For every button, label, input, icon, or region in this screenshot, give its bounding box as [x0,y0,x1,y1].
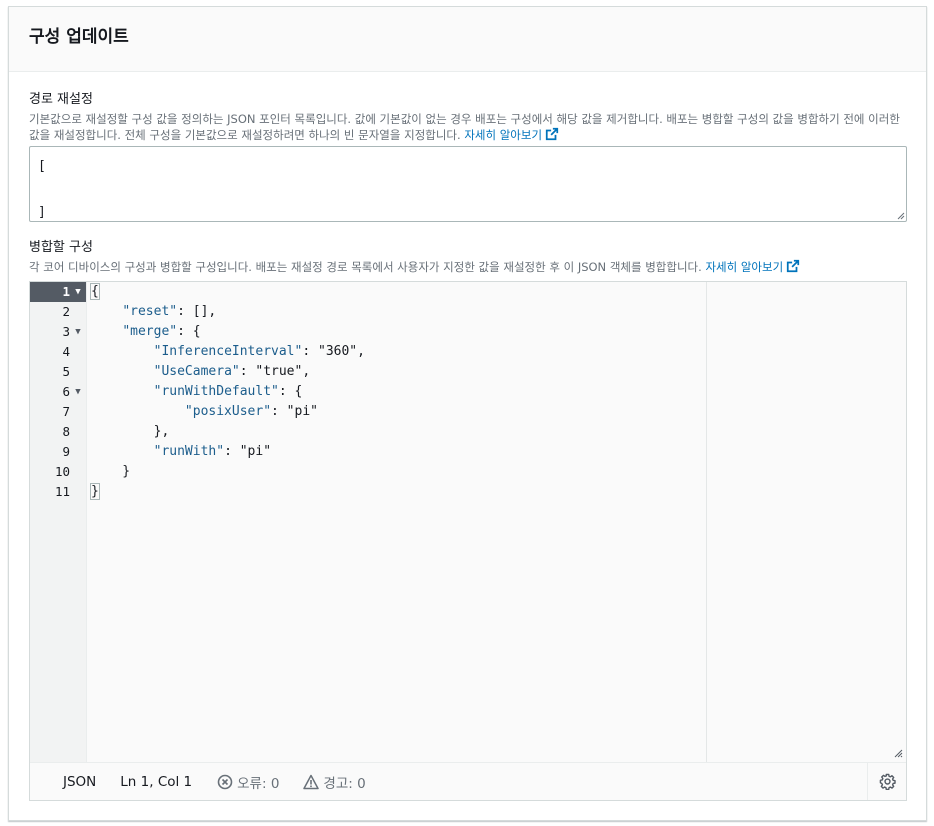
editor-code-area[interactable]: { "reset": [], "merge": { "InferenceInte… [88,282,706,762]
code-line: } [90,483,100,500]
reset-paths-learn-more-link[interactable]: 자세히 알아보기 [464,127,559,142]
line-number: 3 ▼ [30,322,86,342]
errors-label: 오류: 0 [237,775,280,792]
reset-paths-description: 기본값으로 재설정할 구성 값을 정의하는 JSON 포인터 목록입니다. 값에… [29,111,907,143]
merge-config-learn-more-link[interactable]: 자세히 알아보기 [705,259,800,274]
merge-config-learn-more-label: 자세히 알아보기 [705,260,784,274]
code-line: "reset": [], [122,304,217,319]
cursor-position: Ln 1, Col 1 [120,773,193,790]
merge-config-description: 각 코어 디바이스의 구성과 병합할 구성입니다. 배포는 재설정 경로 목록에… [29,259,907,275]
line-number: 7 [62,404,70,419]
reset-paths-textarea[interactable]: [ ] [29,146,907,222]
external-link-icon [545,127,559,141]
textarea-line [38,178,898,201]
line-number: 10 [54,464,70,479]
code-line: "runWithDefault": { [153,384,303,399]
errors-count[interactable]: 오류: 0 [217,772,279,792]
code-line: "merge": { [122,324,201,339]
line-number: 6 ▼ [30,382,86,402]
print-margin [706,282,707,762]
external-link-icon [787,259,800,273]
resize-grip-icon[interactable] [895,210,905,220]
editor-gutter: 1 ▼ 2 3 ▼ 4 5 6 ▼ 7 8 9 10 11 [30,282,87,762]
merge-config-field: 병합할 구성 각 코어 디바이스의 구성과 병합할 구성입니다. 배포는 재설정… [29,239,907,275]
code-line: "InferenceInterval": "360", [153,344,365,359]
fold-arrow-icon[interactable]: ▼ [73,322,83,342]
error-circle-icon [217,774,233,789]
reset-paths-field: 경로 재설정 기본값으로 재설정할 구성 값을 정의하는 JSON 포인터 목록… [29,91,907,143]
line-number: 8 [62,424,70,439]
line-number: 4 [62,344,70,359]
editor-status-bar: JSON Ln 1, Col 1 오류: 0 경고: 0 [30,762,906,800]
warnings-count[interactable]: 경고: 0 [303,772,366,792]
code-line: "posixUser": "pi" [184,404,318,419]
editor-settings-button[interactable] [867,763,906,800]
warnings-label: 경고: 0 [323,775,366,792]
panel-header: 구성 업데이트 [9,7,926,72]
code-line: }, [91,424,170,439]
merge-config-description-text: 각 코어 디바이스의 구성과 병합할 구성입니다. 배포는 재설정 경로 목록에… [29,260,702,274]
language-indicator: JSON [63,773,97,790]
code-line: { [90,283,100,300]
merge-config-label: 병합할 구성 [29,240,93,255]
fold-arrow-icon[interactable]: ▼ [73,282,83,302]
textarea-line: ] [38,205,46,220]
line-number: 1 ▼ [30,282,86,302]
resize-grip-icon[interactable] [891,746,903,758]
panel-title: 구성 업데이트 [29,27,129,47]
reset-paths-learn-more-label: 자세히 알아보기 [464,128,543,142]
code-line: "runWith": "pi" [153,444,272,459]
warning-triangle-icon [303,774,320,789]
line-number: 9 [62,444,70,459]
update-configuration-panel: 구성 업데이트 경로 재설정 기본값으로 재설정할 구성 값을 정의하는 JSO… [8,6,927,821]
textarea-line: [ [38,159,46,174]
fold-arrow-icon[interactable]: ▼ [73,382,83,402]
json-code-editor[interactable]: 1 ▼ 2 3 ▼ 4 5 6 ▼ 7 8 9 10 11 { "reset": [], "merge":… [29,281,907,801]
gear-icon [879,773,896,790]
code-line: "UseCamera": "true", [153,364,311,379]
line-number: 5 [62,364,70,379]
line-number: 11 [54,484,70,499]
code-line: } [91,464,131,479]
reset-paths-label: 경로 재설정 [29,92,93,107]
line-number: 2 [62,304,70,319]
